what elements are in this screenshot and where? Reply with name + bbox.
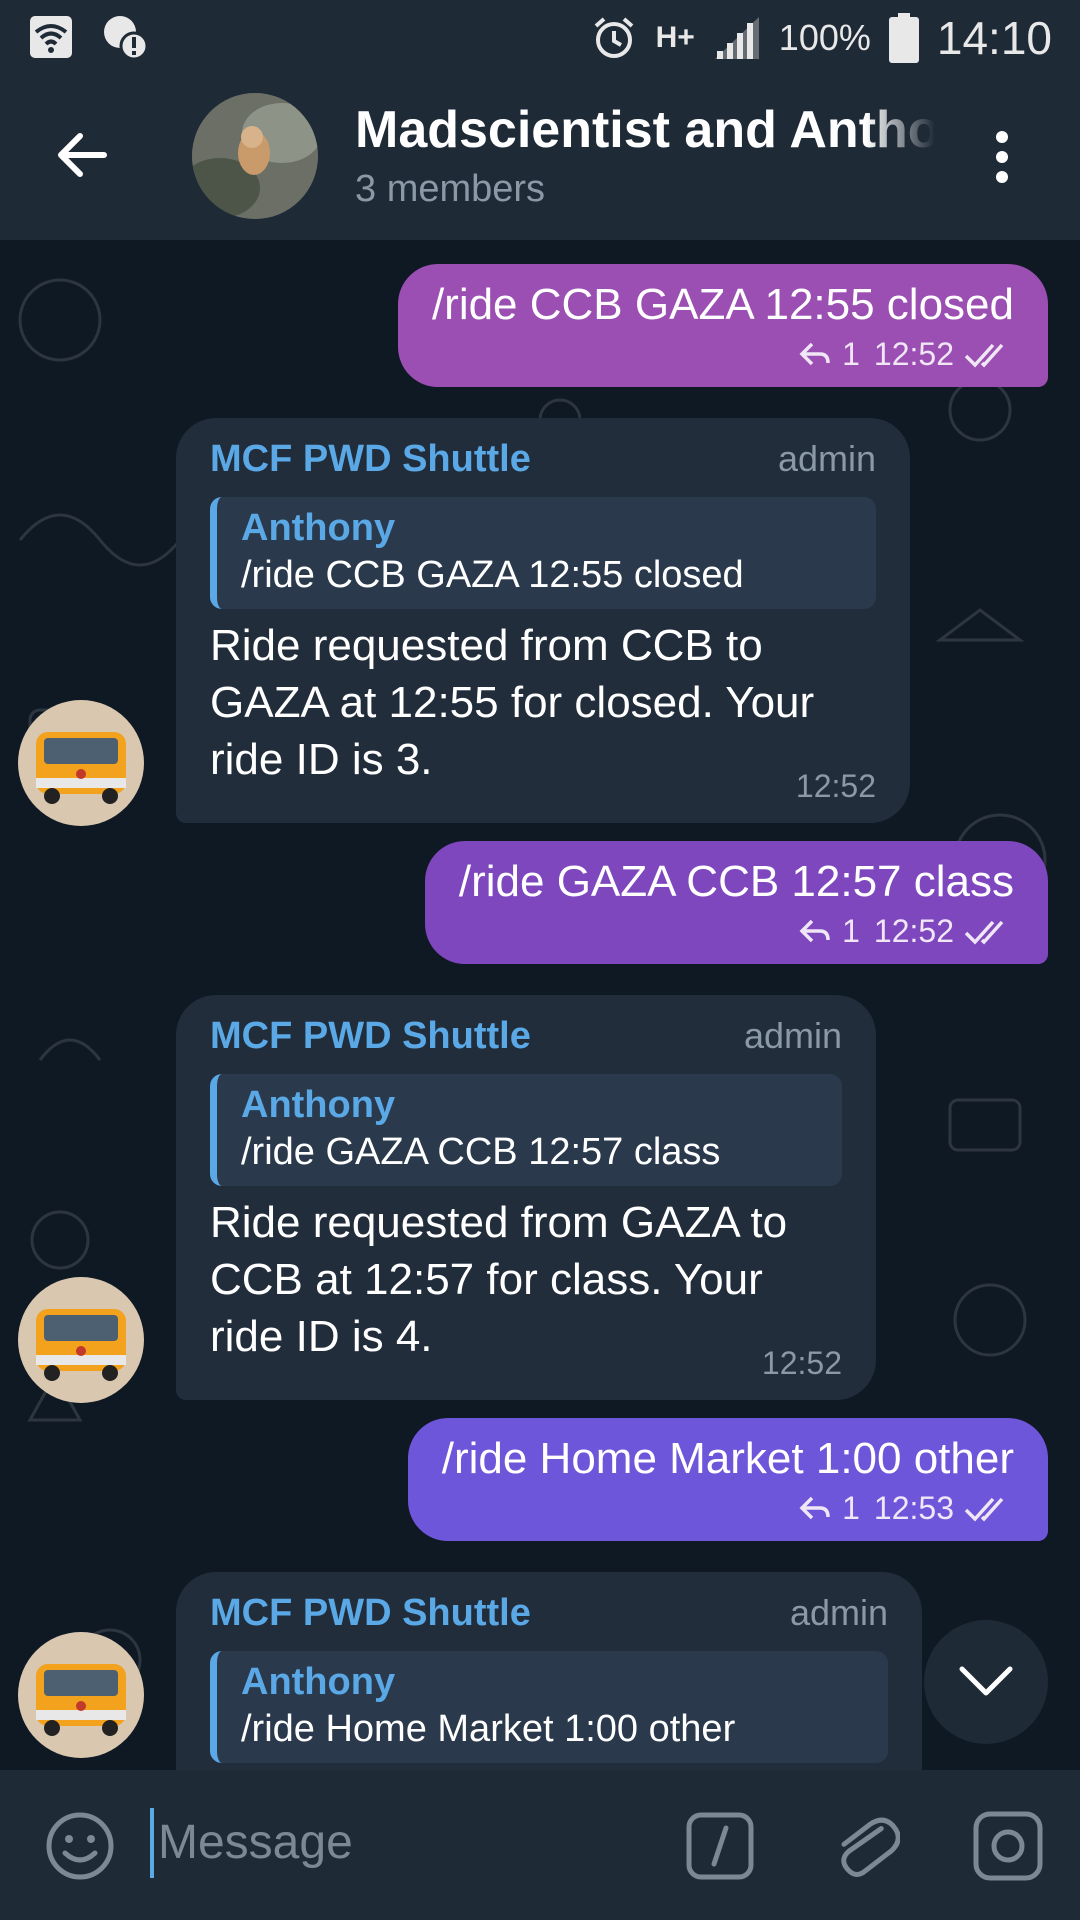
outgoing-message[interactable]: /ride CCB GAZA 12:55 closed 1 12:52 [397,264,1048,387]
quote-text: /ride GAZA CCB 12:57 class [241,1131,721,1173]
sender-name[interactable]: MCF PWD Shuttle [210,1592,531,1635]
reply-quote[interactable]: Anthony /ride GAZA CCB 12:57 class [210,1074,842,1186]
reply-icon [799,919,830,942]
sender-role: admin [777,438,876,479]
reply-count: 1 [842,913,860,949]
message-text: /ride Home Market 1:00 other [441,1434,1014,1483]
more-options-icon[interactable] [992,127,1012,187]
sender-role: admin [789,1592,888,1633]
quote-text: /ride CCB GAZA 12:55 closed [241,554,744,596]
sender-role: admin [743,1015,842,1056]
quote-author: Anthony [241,1661,396,1703]
reply-quote[interactable]: Anthony /ride CCB GAZA 12:55 closed [210,497,876,609]
chat-title[interactable]: Madscientist and Anthony [355,100,935,160]
sender-name[interactable]: MCF PWD Shuttle [210,438,531,481]
battery-percent: 100% [778,16,871,58]
message-text: /ride CCB GAZA 12:55 closed [431,280,1014,329]
data-saver-alert-icon [104,16,149,61]
reply-icon [799,342,830,365]
incoming-message[interactable]: MCF PWD Shuttle admin Anthony /ride GAZA… [176,995,876,1400]
bus-icon [36,1309,126,1381]
sender-name[interactable]: MCF PWD Shuttle [210,1015,531,1058]
status-bar: H+ 100% 14:10 [0,0,1080,75]
double-check-icon [964,1497,1004,1522]
bot-command-icon[interactable] [686,1812,754,1880]
incoming-message[interactable]: MCF PWD Shuttle admin Anthony /ride CCB … [176,418,910,823]
battery-icon [888,12,919,63]
wifi-icon [30,16,72,58]
message-text: /ride GAZA CCB 12:57 class [458,857,1014,906]
bus-icon [36,1664,126,1736]
chat-header: Madscientist and Anthony 3 members [0,75,1080,240]
bot-avatar[interactable] [18,1277,144,1403]
incoming-message[interactable]: MCF PWD Shuttle admin Anthony /ride Home… [176,1572,922,1770]
chevron-down-icon [959,1666,1013,1696]
quote-text: /ride Home Market 1:00 other [241,1708,736,1750]
group-avatar[interactable] [192,93,318,219]
quote-author: Anthony [241,507,396,549]
fox-photo-icon [192,93,318,219]
message-time: 12:53 [873,1490,954,1526]
message-time: 12:52 [873,336,954,372]
message-text: Ride requested from GAZA to CCB at 12:57… [210,1198,788,1361]
camera-icon[interactable] [972,1810,1044,1882]
emoji-icon[interactable] [44,1810,116,1882]
reply-count: 1 [842,1490,860,1526]
bot-avatar[interactable] [18,1632,144,1758]
attach-icon[interactable] [830,1808,900,1884]
clock: 14:10 [936,11,1052,64]
message-time: 12:52 [873,913,954,949]
double-check-icon [964,920,1004,945]
network-type: H+ [655,20,695,54]
message-time: 12:52 [761,1345,842,1381]
reply-icon [799,1496,830,1519]
alarm-icon [594,16,633,58]
member-count[interactable]: 3 members [355,168,545,211]
message-list[interactable]: /ride CCB GAZA 12:55 closed 1 12:52 MCF … [0,240,1080,1770]
signal-icon [714,16,759,59]
reply-quote[interactable]: Anthony /ride Home Market 1:00 other [210,1651,888,1763]
scroll-to-bottom-button[interactable] [924,1620,1048,1744]
outgoing-message[interactable]: /ride Home Market 1:00 other 1 12:53 [407,1418,1048,1541]
bot-avatar[interactable] [18,700,144,826]
message-input-bar [0,1770,1080,1920]
message-text: Ride requested from CCB to GAZA at 12:55… [210,621,815,784]
outgoing-message[interactable]: /ride GAZA CCB 12:57 class 1 12:52 [424,841,1048,964]
reply-count: 1 [842,336,860,372]
message-time: 12:52 [795,768,876,804]
text-caret [150,1808,154,1878]
double-check-icon [964,343,1004,368]
back-arrow-icon[interactable] [52,125,112,185]
bus-icon [36,732,126,804]
quote-author: Anthony [241,1084,396,1126]
message-input[interactable] [158,1802,628,1882]
